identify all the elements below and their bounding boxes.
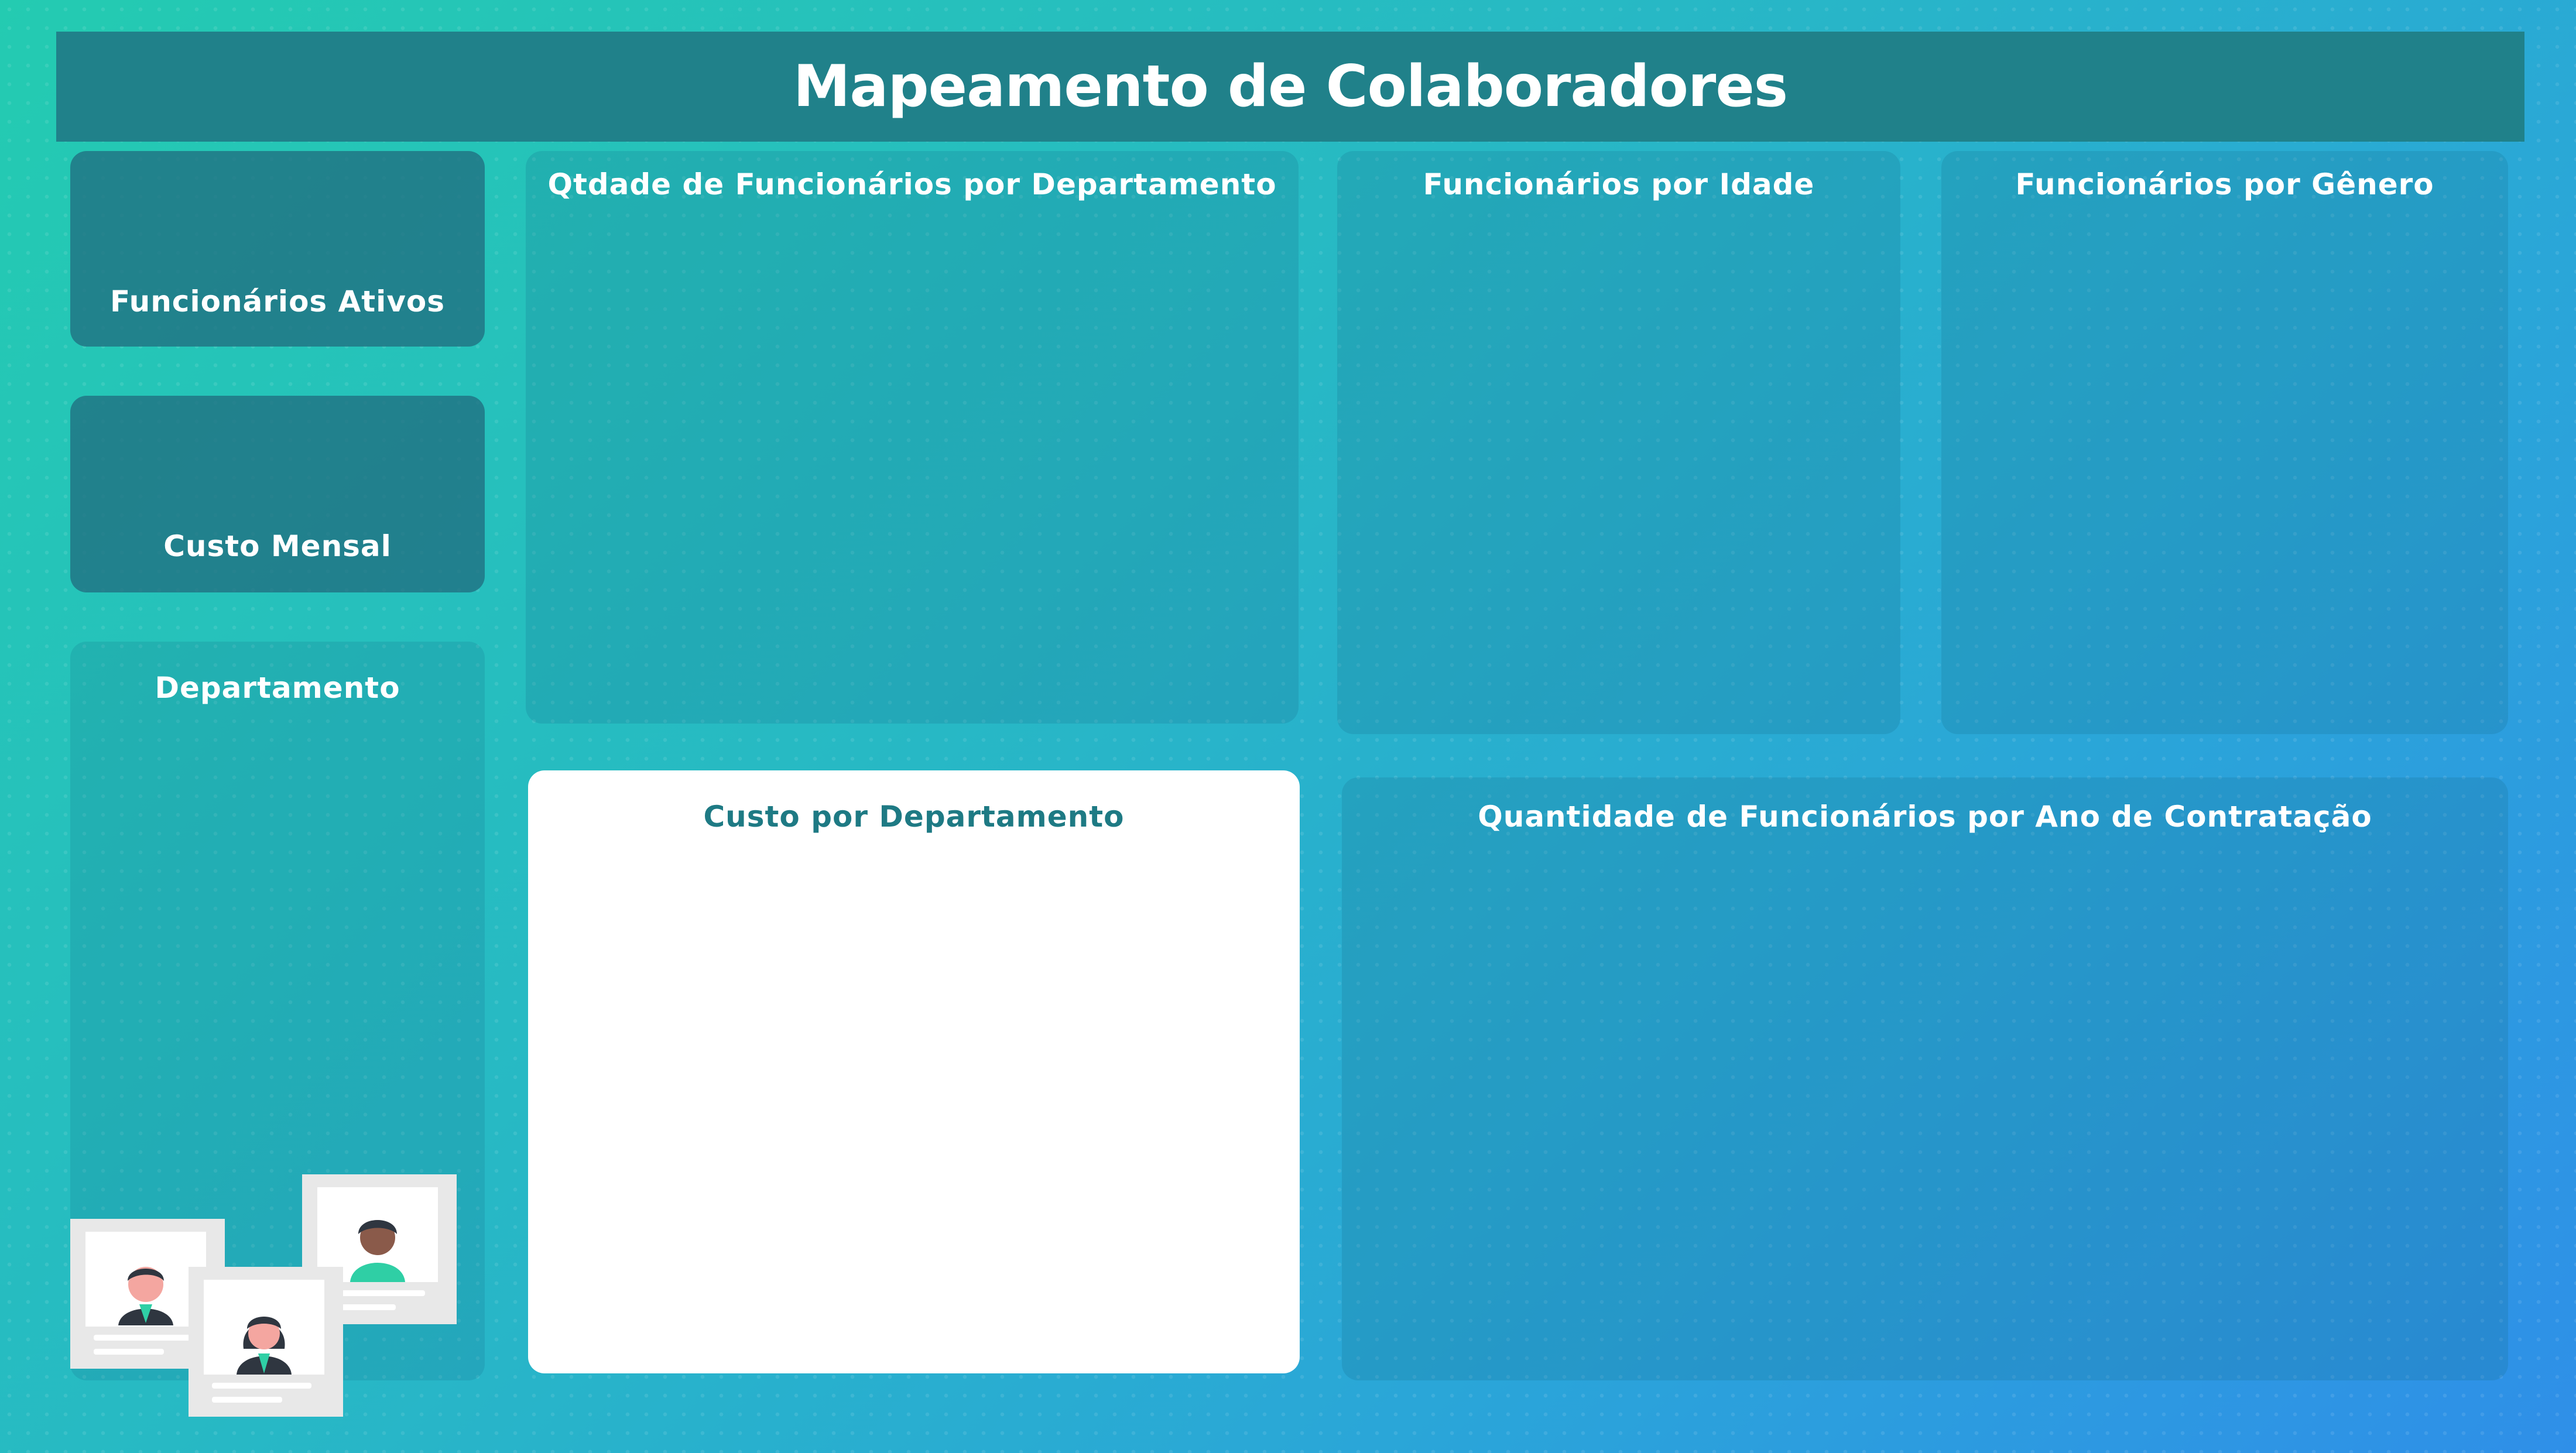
- chart-employees-by-department[interactable]: Qtdade de Funcionários por Departamento: [526, 151, 1299, 724]
- chart-employees-by-age[interactable]: Funcionários por Idade: [1337, 151, 1900, 734]
- chart-employees-by-hire-year[interactable]: Quantidade de Funcionários por Ano de Co…: [1342, 777, 2508, 1380]
- employees-illustration: [70, 1174, 457, 1420]
- page-title: Mapeamento de Colaboradores: [793, 53, 1788, 120]
- dashboard-header: Mapeamento de Colaboradores: [56, 32, 2524, 142]
- kpi-label-active-employees: Funcionários Ativos: [109, 285, 446, 318]
- employee-card-female-icon: [189, 1267, 343, 1417]
- slicer-title: Departamento: [155, 671, 400, 705]
- chart-title-employees-by-gender: Funcionários por Gênero: [2015, 167, 2434, 201]
- kpi-label-monthly-cost: Custo Mensal: [163, 529, 392, 563]
- kpi-card-monthly-cost[interactable]: Custo Mensal: [70, 396, 485, 592]
- chart-employees-by-gender[interactable]: Funcionários por Gênero: [1941, 151, 2508, 734]
- chart-title-employees-by-hire-year: Quantidade de Funcionários por Ano de Co…: [1478, 800, 2372, 834]
- chart-cost-by-department[interactable]: Custo por Departamento: [528, 770, 1300, 1373]
- chart-title-employees-by-age: Funcionários por Idade: [1423, 167, 1815, 201]
- kpi-card-active-employees[interactable]: Funcionários Ativos: [70, 151, 485, 347]
- chart-title-employees-by-department: Qtdade de Funcionários por Departamento: [547, 167, 1277, 201]
- chart-title-cost-by-department: Custo por Departamento: [703, 800, 1125, 834]
